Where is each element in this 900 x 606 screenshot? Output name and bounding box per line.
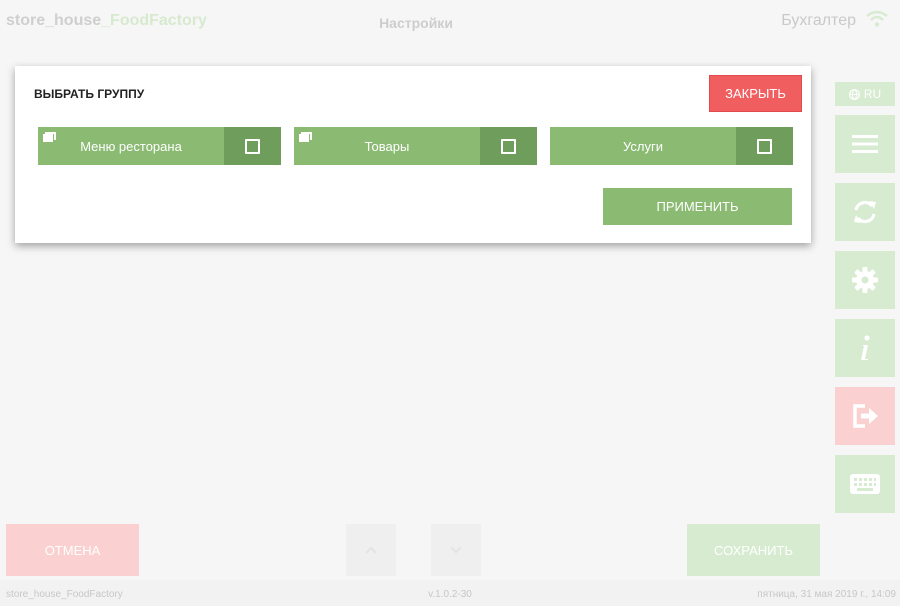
menu-icon bbox=[852, 135, 878, 153]
screen-title: Настройки bbox=[379, 15, 453, 31]
group-item-goods[interactable]: Товары bbox=[294, 127, 537, 165]
info-button[interactable] bbox=[835, 319, 895, 377]
folder-icon bbox=[43, 132, 56, 142]
save-button[interactable]: СОХРАНИТЬ bbox=[687, 524, 820, 576]
sync-button[interactable] bbox=[835, 183, 895, 241]
keyboard-button[interactable] bbox=[835, 455, 895, 513]
checkbox[interactable] bbox=[245, 138, 260, 154]
gear-icon bbox=[852, 267, 878, 293]
logout-icon bbox=[853, 404, 878, 428]
group-label: Товары bbox=[364, 138, 410, 154]
status-footer: store_house_FoodFactory v.1.0.2-30 пятни… bbox=[0, 580, 900, 606]
checkbox[interactable] bbox=[501, 138, 516, 154]
scroll-down-button[interactable] bbox=[431, 524, 481, 576]
scroll-up-button[interactable] bbox=[346, 524, 396, 576]
group-item-restaurant-menu[interactable]: Меню ресторана bbox=[38, 127, 281, 165]
logout-button[interactable] bbox=[835, 387, 895, 445]
apply-button[interactable]: ПРИМЕНИТЬ bbox=[603, 188, 792, 225]
dialog-title: ВЫБРАТЬ ГРУППУ bbox=[34, 87, 145, 101]
chevron-down-icon bbox=[450, 546, 462, 554]
sync-icon bbox=[854, 200, 876, 224]
group-label: Услуги bbox=[623, 138, 663, 154]
top-bar: store_house_FoodFactory Настройки Бухгал… bbox=[0, 0, 900, 44]
group-checkbox-area[interactable] bbox=[736, 127, 793, 165]
group-item-services[interactable]: Услуги bbox=[550, 127, 793, 165]
info-icon bbox=[861, 335, 870, 360]
folder-icon bbox=[299, 132, 312, 142]
wifi-icon bbox=[866, 10, 888, 27]
settings-button[interactable] bbox=[835, 251, 895, 309]
user-name[interactable]: Бухгалтер bbox=[781, 12, 856, 30]
keyboard-icon bbox=[850, 474, 880, 494]
group-checkbox-area[interactable] bbox=[480, 127, 537, 165]
language-button[interactable]: RU bbox=[835, 82, 895, 106]
footer-datetime: пятница, 31 мая 2019 г., 14:09 bbox=[757, 589, 896, 600]
menu-button[interactable] bbox=[835, 115, 895, 173]
chevron-up-icon bbox=[365, 546, 377, 554]
cancel-button[interactable]: ОТМЕНА bbox=[6, 524, 139, 576]
language-label: RU bbox=[863, 87, 882, 101]
group-checkbox-area[interactable] bbox=[224, 127, 281, 165]
close-button[interactable]: ЗАКРЫТЬ bbox=[709, 75, 802, 112]
select-group-dialog: ВЫБРАТЬ ГРУППУ ЗАКРЫТЬ Меню ресторана То… bbox=[15, 66, 811, 243]
globe-icon bbox=[848, 88, 860, 100]
checkbox[interactable] bbox=[757, 138, 772, 154]
group-label: Меню ресторана bbox=[80, 138, 182, 154]
